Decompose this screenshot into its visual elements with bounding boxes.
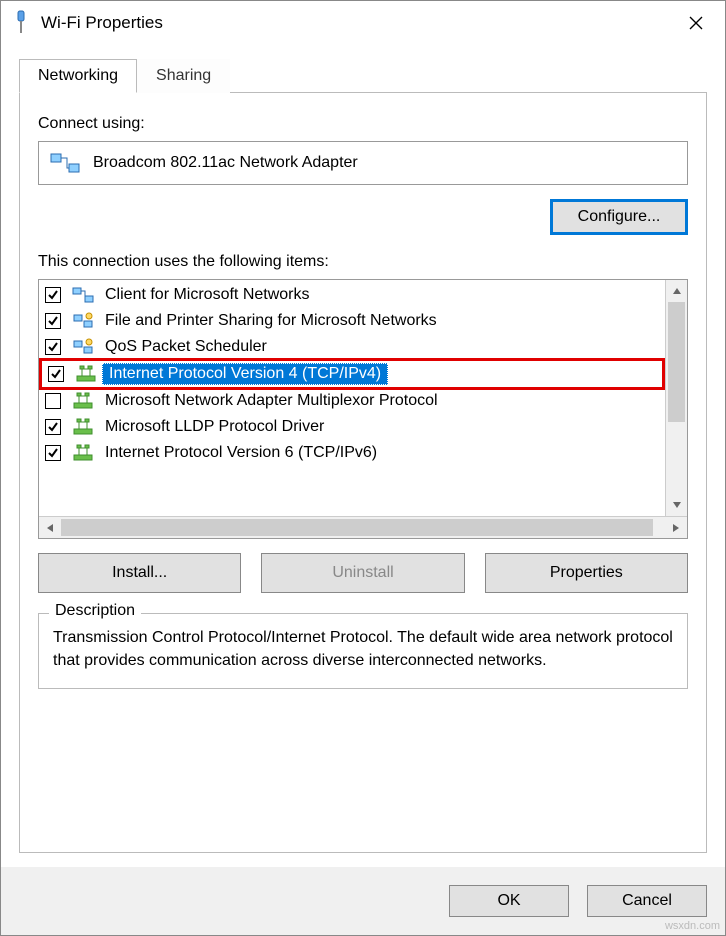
description-legend: Description [49, 602, 141, 620]
items-list: Client for Microsoft Networks File and Pr… [38, 279, 688, 539]
tab-networking[interactable]: Networking [19, 59, 137, 93]
adapter-box[interactable]: Broadcom 802.11ac Network Adapter [38, 141, 688, 185]
service-icon [71, 336, 95, 358]
list-item[interactable]: File and Printer Sharing for Microsoft N… [39, 308, 665, 334]
protocol-icon [71, 416, 95, 438]
wifi-icon [11, 9, 31, 37]
ok-button[interactable]: OK [449, 885, 569, 917]
horizontal-scrollbar[interactable] [39, 516, 687, 538]
client-icon [71, 284, 95, 306]
vertical-scrollbar[interactable] [665, 280, 687, 516]
description-group: Description Transmission Control Protoco… [38, 613, 688, 689]
window: Wi-Fi Properties Networking Sharing Conn… [0, 0, 726, 936]
dialog-footer: OK Cancel [1, 867, 725, 935]
list-item[interactable]: Microsoft LLDP Protocol Driver [39, 414, 665, 440]
close-button[interactable] [673, 6, 719, 40]
list-item-label: Microsoft Network Adapter Multiplexor Pr… [99, 391, 444, 411]
tab-panel-networking: Connect using: Broadcom 802.11ac Network… [19, 92, 707, 853]
window-title: Wi-Fi Properties [41, 13, 673, 33]
scroll-down-icon[interactable] [666, 494, 687, 516]
watermark: wsxdn.com [665, 920, 720, 932]
protocol-icon [74, 363, 98, 385]
list-item-label: Client for Microsoft Networks [99, 285, 316, 305]
titlebar: Wi-Fi Properties [1, 1, 725, 45]
tabs: Networking Sharing [19, 59, 707, 93]
service-icon [71, 310, 95, 332]
protocol-icon [71, 442, 95, 464]
highlighted-item: Internet Protocol Version 4 (TCP/IPv4) [39, 358, 665, 390]
checkbox[interactable] [45, 339, 61, 355]
list-item[interactable]: Internet Protocol Version 4 (TCP/IPv4) [42, 361, 662, 387]
client-area: Networking Sharing Connect using: Broadc… [1, 45, 725, 867]
connect-using-label: Connect using: [38, 115, 688, 133]
checkbox[interactable] [45, 419, 61, 435]
scroll-right-icon[interactable] [665, 517, 687, 538]
list-item[interactable]: Microsoft Network Adapter Multiplexor Pr… [39, 388, 665, 414]
list-item[interactable]: Client for Microsoft Networks [39, 282, 665, 308]
scroll-thumb-horizontal[interactable] [61, 519, 653, 536]
cancel-button[interactable]: Cancel [587, 885, 707, 917]
protocol-icon [71, 390, 95, 412]
install-button[interactable]: Install... [38, 553, 241, 593]
checkbox[interactable] [45, 393, 61, 409]
list-item[interactable]: Internet Protocol Version 6 (TCP/IPv6) [39, 440, 665, 466]
list-item-label: QoS Packet Scheduler [99, 337, 273, 357]
scroll-up-icon[interactable] [666, 280, 687, 302]
configure-button[interactable]: Configure... [550, 199, 688, 235]
description-text: Transmission Control Protocol/Internet P… [53, 626, 673, 672]
list-item-label: Internet Protocol Version 6 (TCP/IPv6) [99, 443, 383, 463]
adapter-name: Broadcom 802.11ac Network Adapter [93, 154, 358, 172]
list-item[interactable]: QoS Packet Scheduler [39, 334, 665, 360]
list-item-label: Internet Protocol Version 4 (TCP/IPv4) [102, 363, 388, 385]
tab-sharing[interactable]: Sharing [137, 59, 230, 93]
list-item-label: Microsoft LLDP Protocol Driver [99, 417, 330, 437]
uninstall-button: Uninstall [261, 553, 464, 593]
checkbox[interactable] [45, 313, 61, 329]
properties-button[interactable]: Properties [485, 553, 688, 593]
checkbox[interactable] [45, 287, 61, 303]
list-item-label: File and Printer Sharing for Microsoft N… [99, 311, 443, 331]
network-adapter-icon [49, 150, 81, 176]
checkbox[interactable] [45, 445, 61, 461]
scroll-left-icon[interactable] [39, 517, 61, 538]
checkbox[interactable] [48, 366, 64, 382]
item-buttons: Install... Uninstall Properties [38, 553, 688, 593]
scroll-thumb-vertical[interactable] [668, 302, 685, 422]
items-label: This connection uses the following items… [38, 253, 688, 271]
